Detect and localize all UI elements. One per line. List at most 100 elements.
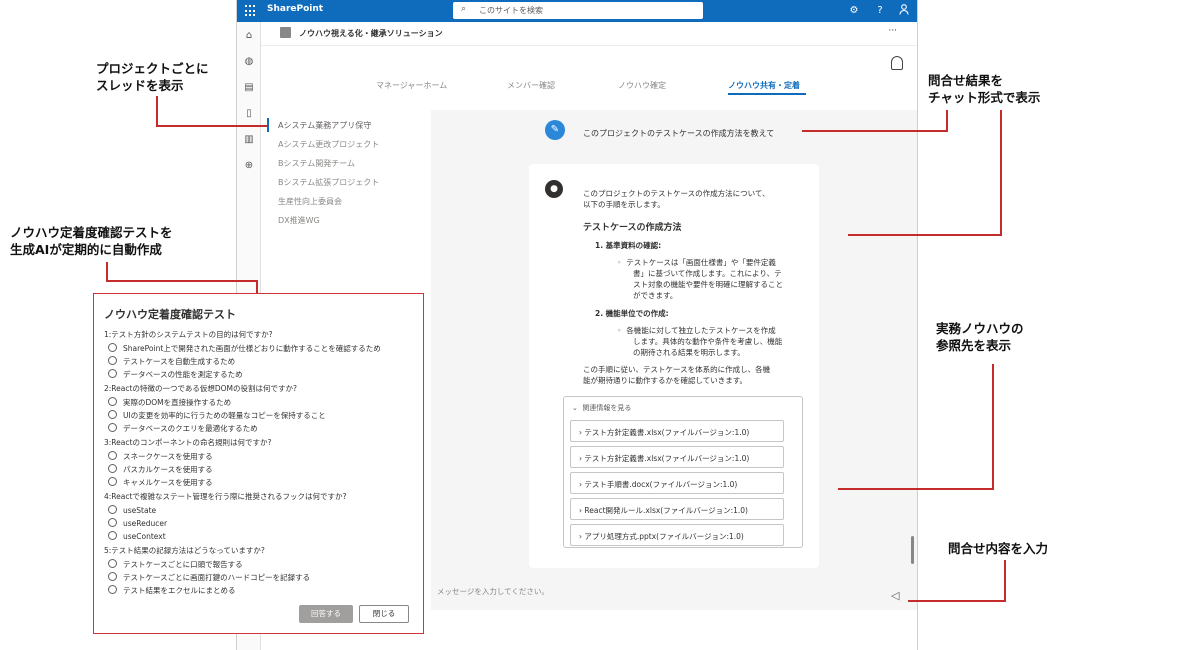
close-button[interactable]: 閉じる — [359, 605, 409, 623]
search-icon: ⌕ — [461, 4, 467, 14]
radio-icon[interactable] — [108, 477, 117, 486]
quiz-option-label: キャメルケースを使用する — [123, 478, 213, 487]
annotation-line: 問合せ内容を入力 — [948, 541, 1049, 556]
quiz-option[interactable]: テストケースを自動生成するため — [108, 356, 235, 367]
annotation-chat: 問合せ結果を チャット形式で表示 — [928, 72, 1040, 106]
reference-file-label: テスト方針定義書.xlsx(ファイルバージョン:1.0) — [584, 454, 750, 463]
connector-line — [838, 488, 994, 490]
radio-icon[interactable] — [108, 531, 117, 540]
step1-line: ができます。 — [633, 291, 678, 300]
quiz-option-label: useState — [123, 506, 157, 515]
news-icon[interactable]: ▤ — [241, 80, 257, 96]
radio-icon[interactable] — [108, 451, 117, 460]
quiz-option[interactable]: テストケースごとに口頭で報告する — [108, 559, 243, 570]
help-icon[interactable]: ? — [873, 4, 887, 18]
bell-icon[interactable] — [891, 56, 903, 70]
reference-file-link[interactable]: › テスト方針定義書.xlsx(ファイルバージョン:1.0) — [570, 446, 784, 468]
thread-item[interactable]: 生産性向上委員会 — [269, 196, 342, 207]
tab-member-check[interactable]: メンバー確認 — [507, 80, 555, 91]
message-input-placeholder: メッセージを入力してください。 — [437, 587, 549, 596]
quiz-option[interactable]: テストケースごとに画面打鍵のハードコピーを記録する — [108, 572, 310, 583]
radio-icon[interactable] — [108, 397, 117, 406]
quiz-option[interactable]: SharePoint上で開発された画面が仕様どおりに動作することを確認するため — [108, 343, 381, 354]
radio-icon[interactable] — [108, 356, 117, 365]
quiz-option-label: テストケースごとに画面打鍵のハードコピーを記録する — [123, 573, 311, 582]
thread-item[interactable]: Aシステム業務アプリ保守 — [269, 120, 371, 131]
answer-intro-1: このプロジェクトのテストケースの作成方法について、 — [583, 189, 770, 198]
quiz-option-label: useContext — [123, 532, 166, 541]
brand-label[interactable]: SharePoint — [267, 4, 323, 14]
tab-knowhow-confirm[interactable]: ノウハウ確定 — [618, 80, 666, 91]
annotation-refs: 実務ノウハウの 参照先を表示 — [936, 320, 1024, 354]
quiz-option[interactable]: データベースのクエリを最適化するため — [108, 423, 258, 434]
connector-line — [106, 262, 108, 282]
reference-file-link[interactable]: › アプリ処理方式.pptx(ファイルバージョン:1.0) — [570, 524, 784, 546]
quiz-option[interactable]: データベースの性能を測定するため — [108, 369, 243, 380]
answer-intro-2: 以下の手順を示します。 — [583, 200, 665, 209]
radio-icon[interactable] — [108, 369, 117, 378]
lists-icon[interactable]: ▥ — [241, 132, 257, 148]
reference-file-link[interactable]: › React開発ルール.xlsx(ファイルバージョン:1.0) — [570, 498, 784, 520]
quiz-question: 1:テスト方針のシステムテストの目的は何ですか? — [104, 330, 273, 339]
reference-file-link[interactable]: › テスト方針定義書.xlsx(ファイルバージョン:1.0) — [570, 420, 784, 442]
more-icon[interactable]: ··· — [888, 26, 897, 36]
step1-line: スト対象の機能や要件を明確に理解すること — [633, 280, 783, 289]
site-logo[interactable] — [280, 27, 291, 38]
connector-line — [156, 125, 268, 127]
profile-icon[interactable] — [897, 4, 911, 18]
home-icon[interactable]: ⌂ — [241, 28, 257, 44]
send-icon[interactable]: ◁ — [891, 589, 899, 602]
connector-line — [908, 600, 1006, 602]
quiz-option[interactable]: 実際のDOMを直接操作するため — [108, 397, 231, 408]
settings-icon[interactable]: ⚙ — [847, 4, 861, 18]
add-icon[interactable]: ⊕ — [241, 158, 257, 174]
thread-item[interactable]: Bシステム拡張プロジェクト — [269, 177, 379, 188]
thread-item[interactable]: Aシステム更改プロジェクト — [269, 139, 379, 150]
message-input[interactable]: メッセージを入力してください。 — [437, 580, 909, 606]
quiz-option[interactable]: パスカルケースを使用する — [108, 464, 213, 475]
user-avatar-icon: ✎ — [545, 120, 565, 140]
user-question: このプロジェクトのテストケースの作成方法を教えて — [583, 129, 775, 138]
quiz-option[interactable]: UIの変更を効率的に行うための軽量なコピーを保持すること — [108, 410, 326, 421]
reference-file-label: アプリ処理方式.pptx(ファイルバージョン:1.0) — [584, 532, 744, 541]
radio-icon[interactable] — [108, 410, 117, 419]
related-info-toggle[interactable]: ⌄ 関連情報を見る — [572, 403, 631, 413]
radio-icon[interactable] — [108, 464, 117, 473]
quiz-option[interactable]: useState — [108, 505, 156, 515]
radio-icon[interactable] — [108, 343, 117, 352]
globe-icon[interactable]: ◍ — [241, 54, 257, 70]
quiz-title: ノウハウ定着度確認テスト — [104, 308, 236, 321]
site-title[interactable]: ノウハウ視える化・継承ソリューション — [299, 28, 443, 39]
annotation-line: プロジェクトごとに — [96, 61, 209, 76]
step1-line-text: テストケースは「画面仕様書」や「要件定義 — [626, 258, 776, 267]
quiz-option[interactable]: useReducer — [108, 518, 167, 528]
connector-line — [106, 280, 258, 282]
quiz-option[interactable]: スネークケースを使用する — [108, 451, 213, 462]
annotation-line: 問合せ結果を — [928, 73, 1004, 88]
radio-icon[interactable] — [108, 585, 117, 594]
radio-icon[interactable] — [108, 518, 117, 527]
thread-item[interactable]: Bシステム開発チーム — [269, 158, 355, 169]
bullet-icon: ◦ — [617, 326, 627, 335]
quiz-option[interactable]: テスト結果をエクセルにまとめる — [108, 585, 236, 596]
radio-icon[interactable] — [108, 572, 117, 581]
quiz-option[interactable]: キャメルケースを使用する — [108, 477, 213, 488]
annotation-line: 実務ノウハウの — [936, 321, 1024, 336]
step2-line-text: 各機能に対して独立したテストケースを作成 — [626, 326, 776, 335]
quiz-option[interactable]: useContext — [108, 531, 166, 541]
thread-item[interactable]: DX推進WG — [269, 215, 320, 226]
chat-scrollbar[interactable] — [911, 536, 914, 564]
radio-icon[interactable] — [108, 423, 117, 432]
connector-line — [256, 280, 258, 294]
tab-manager-home[interactable]: マネージャーホーム — [376, 80, 447, 91]
search-box[interactable]: ⌕ このサイトを検索 — [453, 2, 703, 19]
submit-button[interactable]: 回答する — [299, 605, 353, 623]
app-launcher-icon[interactable] — [245, 5, 257, 17]
tab-knowhow-share[interactable]: ノウハウ共有・定着 — [728, 80, 800, 91]
radio-icon[interactable] — [108, 559, 117, 568]
file-icon[interactable]: ▯ — [241, 106, 257, 122]
answer-heading: テストケースの作成方法 — [583, 223, 682, 233]
annotation-line: 生成AIが定期的に自動作成 — [10, 242, 162, 257]
reference-file-link[interactable]: › テスト手順書.docx(ファイルバージョン:1.0) — [570, 472, 784, 494]
radio-icon[interactable] — [108, 505, 117, 514]
